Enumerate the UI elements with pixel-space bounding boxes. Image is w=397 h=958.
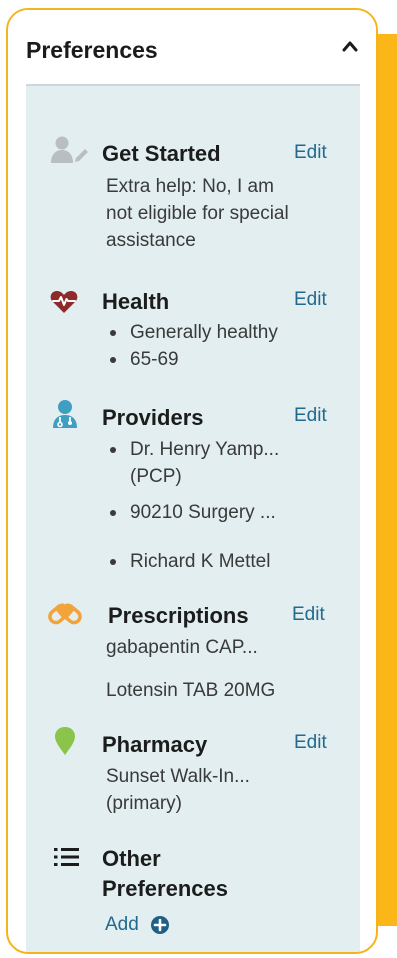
preferences-title: Preferences: [26, 37, 158, 63]
get-started-heading: Get Started: [102, 141, 221, 166]
pharmacy-line-2: (primary): [106, 793, 182, 814]
pharmacy-line-1: Sunset Walk-In...: [106, 766, 250, 787]
heartbeat-icon: [50, 290, 78, 313]
health-item-1: Generally healthy: [130, 322, 278, 343]
provider-item-1-role: (PCP): [130, 466, 182, 487]
preferences-card: Preferences Get Started Edit Extra help:…: [6, 8, 378, 954]
bullet-dot: [110, 330, 116, 336]
other-preferences-add-link[interactable]: Add: [105, 913, 139, 937]
prescriptions-heading: Prescriptions: [108, 603, 249, 628]
bullet-dot: [110, 510, 116, 516]
card-accent-shadow: [376, 34, 397, 926]
get-started-edit-link[interactable]: Edit: [294, 141, 327, 165]
provider-item-3: Richard K Mettel: [130, 551, 271, 572]
chevron-up-icon[interactable]: [341, 38, 359, 54]
provider-item-1: Dr. Henry Yamp...: [130, 439, 280, 460]
get-started-line-1: Extra help: No, I am: [106, 176, 274, 197]
doctor-icon: [53, 400, 77, 428]
health-item-2: 65-69: [130, 349, 179, 370]
other-preferences-heading-line-1: Other: [102, 846, 161, 871]
prescription-item-2: Lotensin TAB 20MG: [106, 680, 276, 701]
preferences-header[interactable]: Preferences: [8, 10, 376, 86]
list-icon: [54, 848, 79, 866]
providers-edit-link[interactable]: Edit: [294, 404, 327, 428]
provider-item-2: 90210 Surgery ...: [130, 502, 276, 523]
bullet-dot: [110, 559, 116, 565]
get-started-line-2: not eligible for special: [106, 203, 289, 224]
prescription-item-1: gabapentin CAP...: [106, 637, 258, 658]
pharmacy-edit-link[interactable]: Edit: [294, 731, 327, 755]
pharmacy-heading: Pharmacy: [102, 732, 208, 757]
prescriptions-edit-link[interactable]: Edit: [292, 603, 325, 627]
providers-heading: Providers: [102, 405, 204, 430]
bullet-dot: [110, 357, 116, 363]
user-edit-icon: [51, 136, 88, 163]
bullet-dot: [110, 447, 116, 453]
get-started-line-3: assistance: [106, 230, 196, 251]
other-preferences-heading-line-2: Preferences: [102, 876, 228, 901]
health-edit-link[interactable]: Edit: [294, 288, 327, 312]
plus-circle-icon[interactable]: [150, 915, 170, 935]
pills-icon: [48, 602, 82, 625]
health-heading: Health: [102, 289, 170, 314]
preferences-panel: Get Started Edit Extra help: No, I am no…: [26, 86, 360, 952]
map-pin-icon: [55, 727, 75, 755]
